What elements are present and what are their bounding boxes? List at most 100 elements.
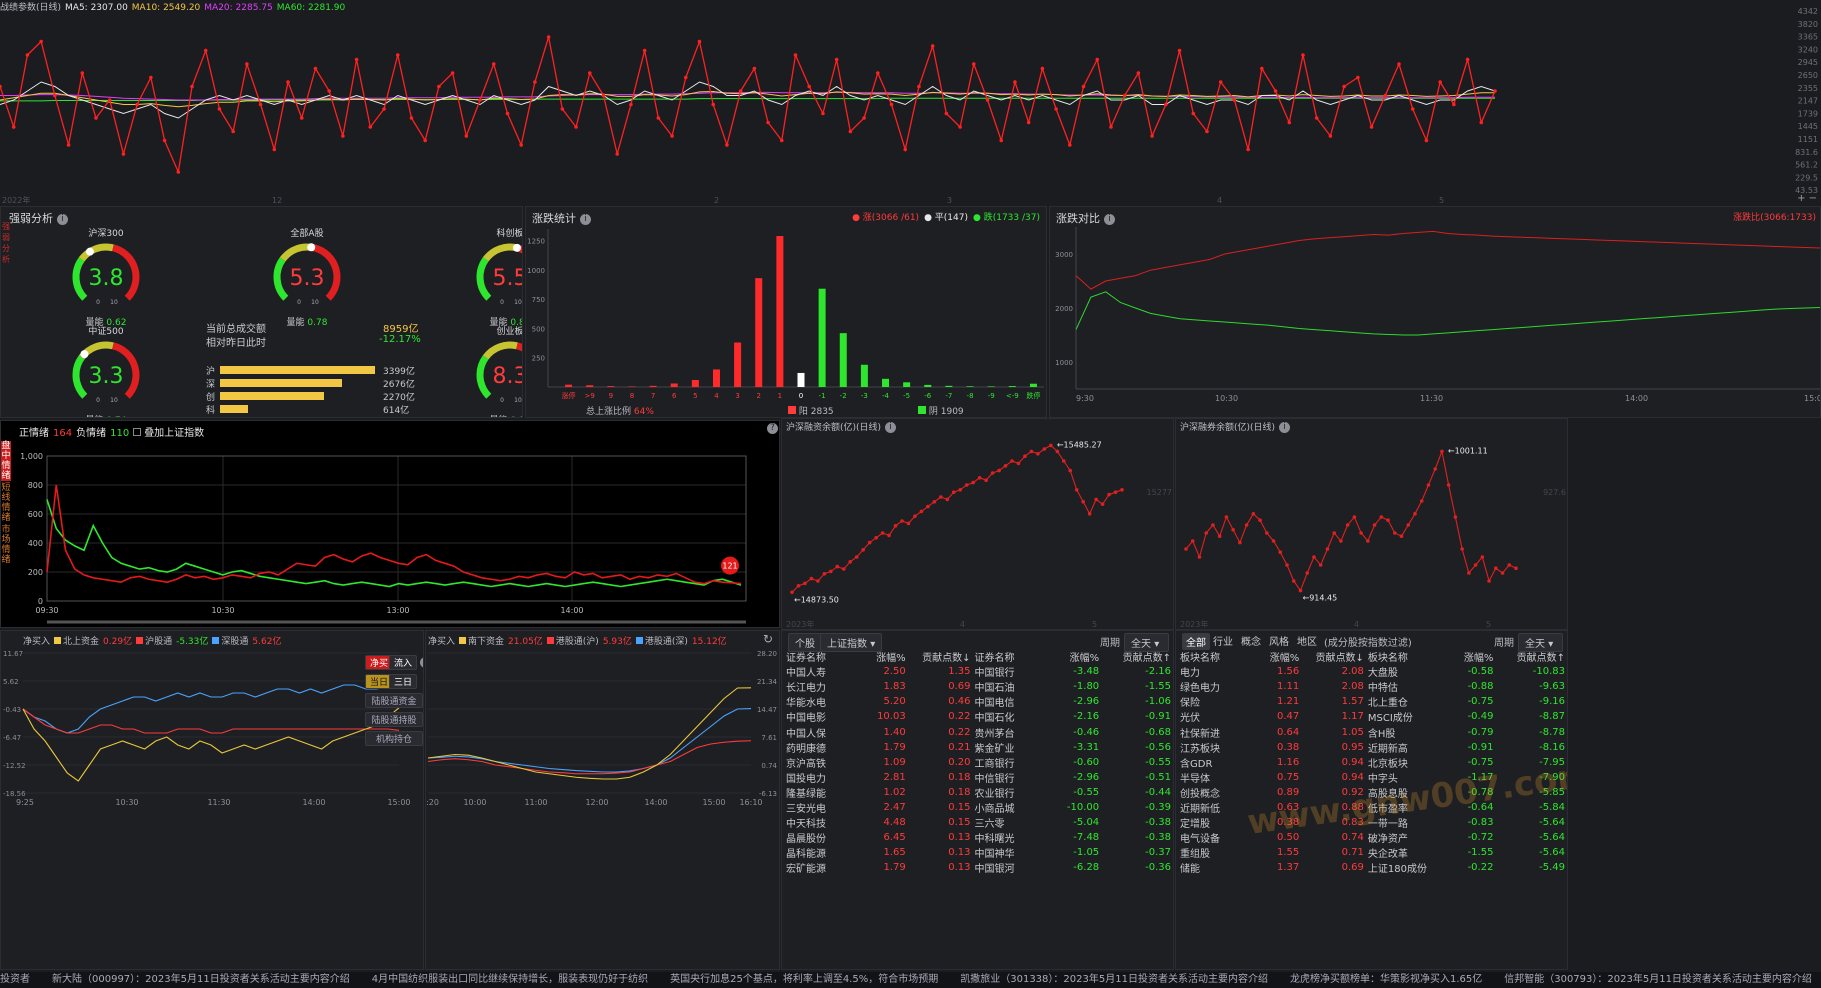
- table-row[interactable]: 隆基绿能 1.02 0.18 农业银行 -0.55 -0.44: [784, 785, 1173, 800]
- table-row[interactable]: 电气设备 0.50 0.74 破净资产 -0.72 -5.64: [1178, 830, 1567, 845]
- strength-side-tab[interactable]: 分: [1, 243, 11, 254]
- index-line-point: [1095, 57, 1100, 62]
- table-row[interactable]: 晶晨股份 6.45 0.13 中科曙光 -7.48 -0.38: [784, 830, 1173, 845]
- table-header-cell[interactable]: 贡献点数↑: [1101, 649, 1173, 664]
- x-tick-label: -5: [903, 392, 910, 400]
- sector-tab[interactable]: 风格: [1266, 633, 1292, 648]
- index-line-point: [368, 125, 373, 129]
- help-icon[interactable]: ?: [420, 657, 423, 668]
- ticker-item[interactable]: 新大陆（000997）：2023年5月11日投资者关系活动主要内容介绍: [52, 974, 350, 985]
- updown-bar: [1008, 386, 1016, 387]
- table-header-cell[interactable]: 涨幅%: [856, 649, 908, 664]
- gauge-dial: 3.8 0 10: [72, 243, 140, 306]
- table-header-cell[interactable]: 贡献点数↓: [908, 649, 973, 664]
- index-line-point: [834, 57, 839, 62]
- news-ticker[interactable]: 投资者 新大陆（000997）：2023年5月11日投资者关系活动主要内容介绍 4月…: [0, 972, 1821, 988]
- table-row[interactable]: 晶科能源 1.65 0.13 中国神华 -1.05 -0.37: [784, 845, 1173, 860]
- ticker-item[interactable]: 英国央行加息25个基点，将利率上调至4.5%，符合市场预期: [670, 974, 938, 985]
- table-header-cell[interactable]: 板块名称: [1178, 649, 1250, 664]
- margin-short-chart[interactable]: ←1001.11 ←914.45 927.6 2023年 4 5: [1176, 419, 1568, 630]
- x-tick-label: -9: [988, 392, 995, 400]
- table-row[interactable]: 电力 1.56 2.08 大盘股 -0.58 -10.83: [1178, 664, 1567, 679]
- ticker-item[interactable]: 凯撒旅业（301338）：2023年5月11日投资者关系活动主要内容介绍: [960, 974, 1268, 985]
- strength-side-tab[interactable]: 弱: [1, 232, 11, 243]
- info-icon[interactable]: i: [57, 213, 68, 225]
- index-line-point: [478, 98, 482, 102]
- sector-tab[interactable]: 概念: [1238, 633, 1264, 648]
- table-row[interactable]: 中国电影 10.03 0.22 中国石化 -2.16 -0.91: [784, 709, 1173, 724]
- table-header-cell[interactable]: 贡献点数↑: [1495, 649, 1567, 664]
- margin-financing-chart[interactable]: ←15485.27 ←14873.50 15277 2023年 4 5: [782, 419, 1174, 630]
- table-row[interactable]: 京沪高铁 1.09 0.20 工商银行 -0.60 -0.55: [784, 755, 1173, 770]
- value-cell: 0.38: [1277, 741, 1300, 753]
- index-line-point: [972, 62, 976, 66]
- emotion-line-chart[interactable]: 1,000 800 600 400 200 009:30 10:30 13:00 14:00 12…: [1, 421, 780, 628]
- northbound-chart[interactable]: 11.67 5.62 -0.43 -6.47 -12.52 -18.569:25 10:30…: [1, 631, 424, 970]
- index-line-point: [94, 116, 98, 120]
- value-cell: -0.39: [1145, 801, 1171, 813]
- flow-toggle-button[interactable]: 陆股通持股: [365, 712, 423, 727]
- table-header-cell[interactable]: 涨幅%: [1250, 649, 1302, 664]
- index-line-point: [1397, 62, 1401, 66]
- x-tick-label: 11:00: [524, 798, 547, 807]
- security-name-cell: 紫金矿业: [974, 743, 1015, 755]
- table-header-cell[interactable]: 涨幅%: [1049, 649, 1101, 664]
- updown-ratio-chart[interactable]: 3000 2000 1000 9:30 10:30 11:30 14:00 15:00: [1050, 207, 1821, 418]
- table-row[interactable]: 江苏板块 0.38 0.95 近期新高 -0.91 -8.16: [1178, 740, 1567, 755]
- table-row[interactable]: 药明康德 1.79 0.21 紫金矿业 -3.31 -0.56: [784, 740, 1173, 755]
- flow-toggle-button[interactable]: 机构持仓: [365, 731, 423, 746]
- table-row[interactable]: 绿色电力 1.11 2.08 中特估 -0.88 -9.63: [1178, 679, 1567, 694]
- updown-bar: [924, 384, 932, 387]
- table-row[interactable]: 中国人寿 2.50 1.35 中国银行 -3.48 -2.16: [784, 664, 1173, 679]
- security-name-cell: 中国石油: [974, 683, 1015, 695]
- table-row[interactable]: 三安光电 2.47 0.15 小商品城 -10.00 -0.39: [784, 800, 1173, 815]
- table-header-cell[interactable]: 板块名称: [1366, 649, 1444, 664]
- ticker-item[interactable]: 信邦智能（300793）：2023年5月11日投资者关系活动主要内容介绍: [1504, 974, 1812, 985]
- table-row[interactable]: 中天科技 4.48 0.15 三六零 -5.04 -0.38: [784, 815, 1173, 830]
- updown-bar: [628, 386, 636, 387]
- flow-toggle-button[interactable]: 三日: [389, 674, 418, 689]
- margin-financing-panel: 沪深融资余额(亿)(日线) i ←15485.27 ←14873.50 15277 20…: [781, 418, 1174, 630]
- table-row[interactable]: 长江电力 1.83 0.69 中国石油 -1.80 -1.55: [784, 679, 1173, 694]
- strength-side-tabs[interactable]: 强弱分析: [1, 221, 10, 265]
- index-line-point: [917, 84, 921, 89]
- table-header-cell[interactable]: 证券名称: [784, 649, 856, 664]
- index-line-point: [354, 57, 359, 62]
- value-cell: -9.16: [1539, 696, 1565, 708]
- index-line-point: [1081, 84, 1086, 89]
- value-cell: -0.79: [1467, 726, 1494, 738]
- x-tick-label: 11:30: [207, 798, 230, 807]
- flow-toggle-button[interactable]: 陆股通资金: [365, 693, 423, 708]
- turnover-label: 当前总成交额: [206, 324, 266, 335]
- table-row[interactable]: 光伏 0.47 1.17 MSCI成份 -0.49 -8.87: [1178, 709, 1567, 724]
- table-row[interactable]: 储能 1.37 0.69 上证180成份 -0.22 -5.49: [1178, 860, 1567, 875]
- table-header-cell[interactable]: 证券名称: [973, 649, 1050, 664]
- table-row[interactable]: 社保新进 0.64 1.05 含H股 -0.79 -8.78: [1178, 724, 1567, 740]
- ticker-item[interactable]: 投资者: [0, 974, 30, 985]
- margin-line-point: [1500, 571, 1505, 575]
- security-name-cell: 中国人寿: [786, 668, 826, 680]
- strength-side-tab[interactable]: 析: [1, 254, 11, 265]
- sector-tab[interactable]: 全部: [1182, 633, 1210, 650]
- updown-bar-chart[interactable]: 1250 1000 750 500 250 涨停 >9 9 8 7 6 5 4 3 2 1 0 -1 -2 -3 -4 -…: [526, 207, 1047, 418]
- flow-toggle-button[interactable]: 流入: [389, 655, 418, 670]
- table-header-cell[interactable]: 涨幅%: [1444, 649, 1496, 664]
- ticker-item[interactable]: 龙虎榜净买额榜单：华策影视净买入1.65亿: [1290, 974, 1482, 985]
- table-header-cell[interactable]: 贡献点数↓: [1301, 649, 1366, 664]
- volume-value: 0.78: [307, 318, 328, 328]
- sector-tab[interactable]: 行业: [1210, 633, 1236, 648]
- table-row[interactable]: 华能水电 5.20 0.46 中国电信 -2.96 -1.06: [784, 694, 1173, 709]
- ticker-item[interactable]: 4月中国纺织服装出口同比继续保持增长，服装表现仍好于纺织: [372, 974, 648, 985]
- table-row[interactable]: 中国人保 1.40 0.22 贵州茅台 -0.46 -0.68: [784, 724, 1173, 740]
- index-line-point: [437, 84, 441, 89]
- security-name-cell: 电力: [1180, 668, 1200, 680]
- zoom-controls[interactable]: + −: [1797, 193, 1817, 204]
- sector-tab[interactable]: 地区: [1294, 633, 1320, 648]
- table-row[interactable]: 重组股 1.55 0.71 央企改革 -1.55 -5.64: [1178, 845, 1567, 860]
- gauge-volume: 量能 0.74: [66, 413, 146, 417]
- kline-chart[interactable]: 4342 3820 3365 3240 2945 2650 2355 2147 1739 1445…: [0, 0, 1821, 205]
- table-row[interactable]: 国投电力 2.81 0.18 中信银行 -2.96 -0.51: [784, 770, 1173, 785]
- table-row[interactable]: 宏矿能源 1.79 0.13 中国银河 -6.28 -0.36: [784, 860, 1173, 875]
- southbound-chart[interactable]: 28.20 21.34 14.47 7.61 0.74 -6.13 9:20 10:00 11:…: [426, 631, 780, 970]
- table-row[interactable]: 保险 1.21 1.57 北上重仓 -0.75 -9.16: [1178, 694, 1567, 709]
